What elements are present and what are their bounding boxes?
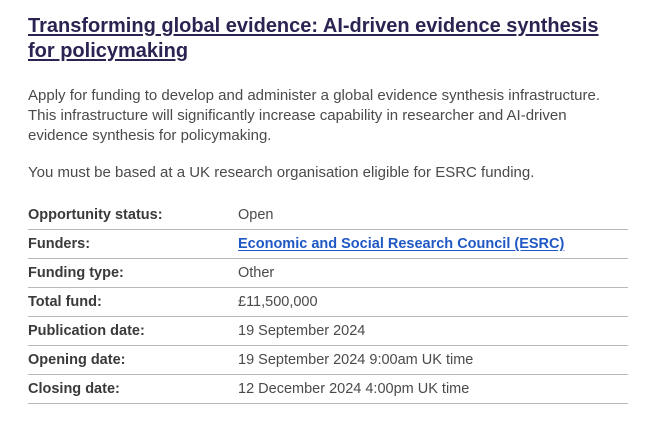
detail-row-publication-date: Publication date: 19 September 2024 <box>28 317 628 346</box>
detail-row-total-fund: Total fund: £11,500,000 <box>28 288 628 317</box>
opportunity-title-link[interactable]: Transforming global evidence: AI-driven … <box>28 14 628 64</box>
total-fund-value: £11,500,000 <box>238 294 318 310</box>
opportunity-description: Apply for funding to develop and adminis… <box>28 87 600 144</box>
opening-date-label: Opening date: <box>28 352 126 368</box>
opening-date-value: 19 September 2024 9:00am UK time <box>238 352 474 368</box>
closing-date-value: 12 December 2024 4:00pm UK time <box>238 381 470 397</box>
opportunity-details-table: Opportunity status: Open Funders: Econom… <box>28 201 628 404</box>
status-value: Open <box>238 207 274 223</box>
publication-date-value: 19 September 2024 <box>238 323 366 339</box>
status-label: Opportunity status: <box>28 207 163 223</box>
closing-date-label: Closing date: <box>28 381 120 397</box>
total-fund-label: Total fund: <box>28 294 102 310</box>
funding-type-value: Other <box>238 265 275 281</box>
funder-esrc-link[interactable]: Economic and Social Research Council (ES… <box>238 236 564 252</box>
funders-label: Funders: <box>28 236 91 252</box>
detail-row-funders: Funders: Economic and Social Research Co… <box>28 230 628 259</box>
publication-date-label: Publication date: <box>28 323 145 339</box>
funding-opportunity-card: Transforming global evidence: AI-driven … <box>0 0 668 404</box>
detail-row-opening-date: Opening date: 19 September 2024 9:00am U… <box>28 346 628 375</box>
detail-row-funding-type: Funding type: Other <box>28 259 628 288</box>
funders-value-cell: Economic and Social Research Council (ES… <box>238 230 628 259</box>
detail-row-status: Opportunity status: Open <box>28 201 628 230</box>
eligibility-note: You must be based at a UK research organ… <box>28 164 535 181</box>
detail-row-closing-date: Closing date: 12 December 2024 4:00pm UK… <box>28 375 628 404</box>
funding-type-label: Funding type: <box>28 265 124 281</box>
